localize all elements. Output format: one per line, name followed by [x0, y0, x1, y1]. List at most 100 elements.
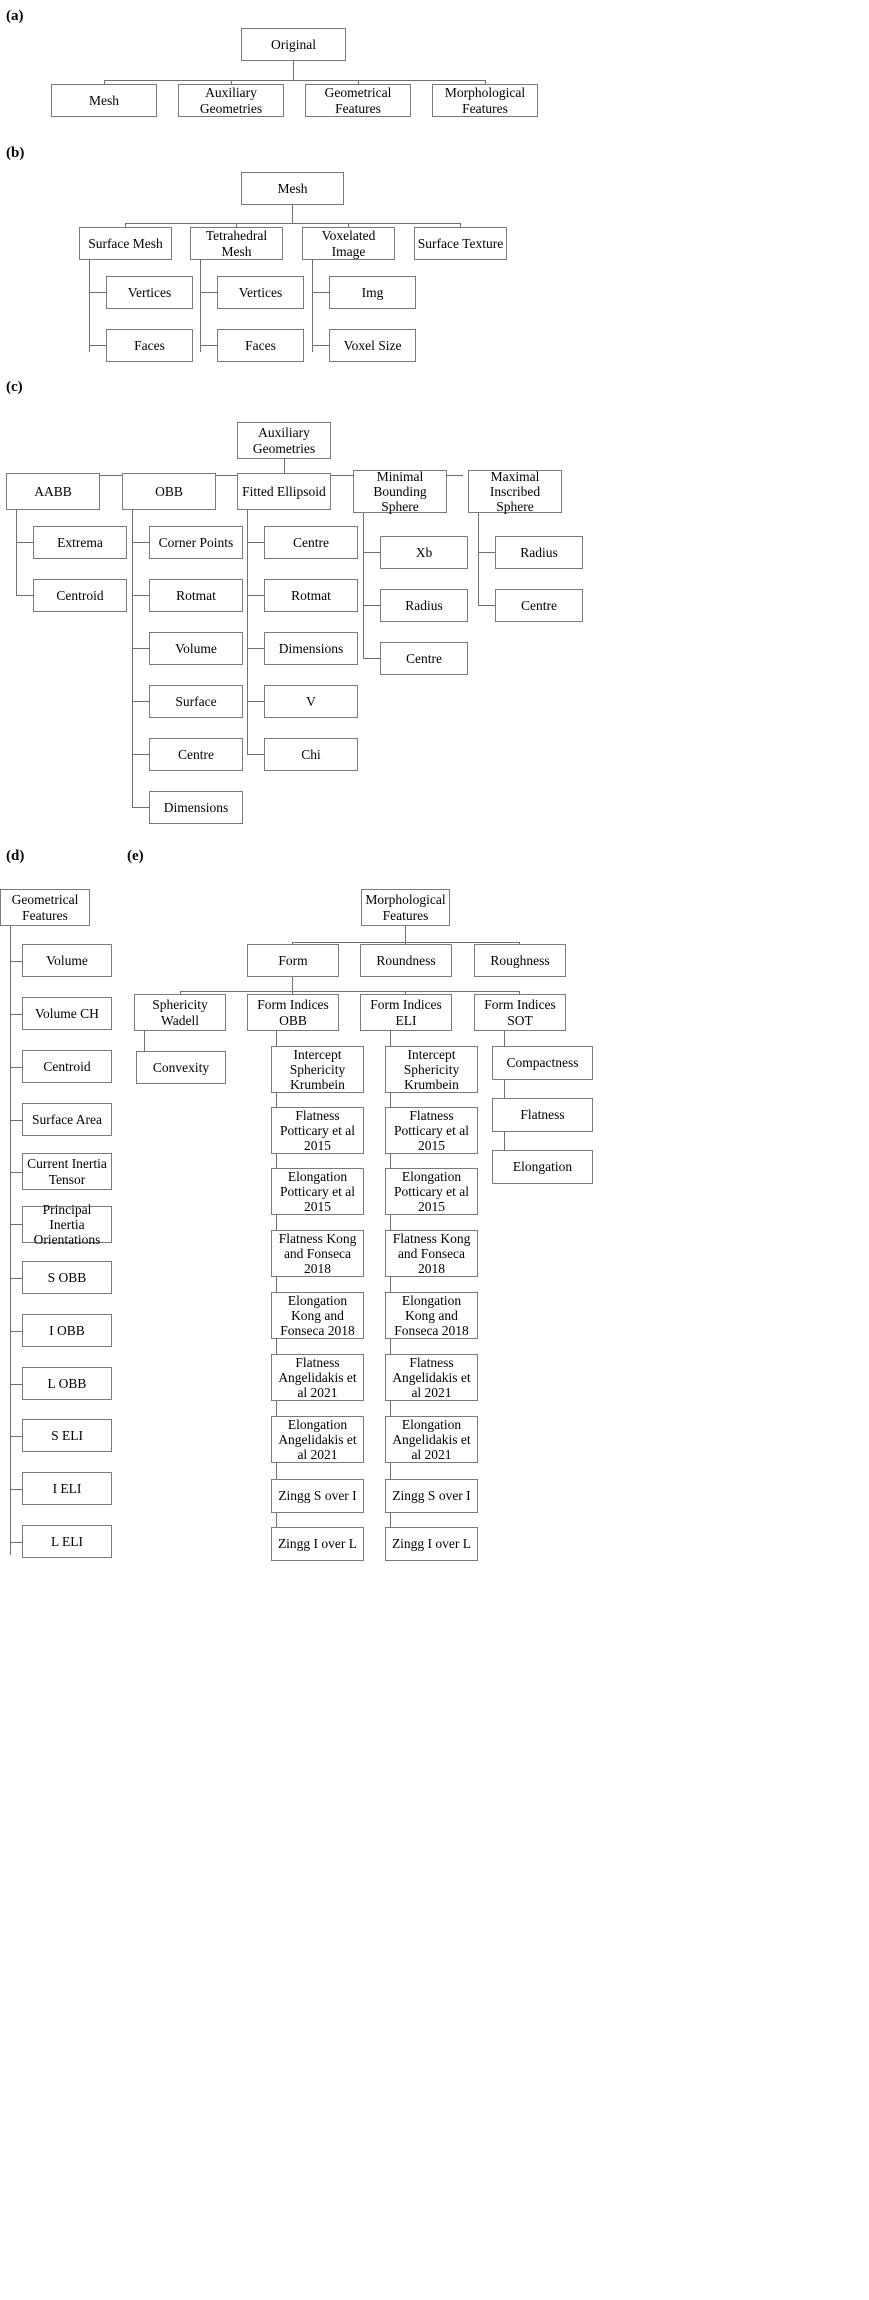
connector-b-bus	[125, 223, 460, 224]
connector-b-tm-arm-2	[200, 345, 217, 346]
connector-c-obb-arm-1	[132, 542, 149, 543]
connector-e-root-stem	[405, 926, 406, 942]
node-c-maximal-inscribed-sphere: Maximal Inscribed Sphere	[468, 469, 562, 514]
node-b-surface-texture: Surface Texture	[414, 227, 507, 260]
node-b-vi-img: Img	[329, 276, 416, 309]
node-b-sm-vertices: Vertices	[106, 276, 193, 309]
node-c-mbs-centre: Centre	[380, 642, 468, 675]
node-c-aabb: AABB	[6, 473, 100, 510]
node-c-obb-centre: Centre	[149, 738, 243, 771]
node-d-principal-inertia-orientations: Principal Inertia Orientations	[22, 1202, 112, 1247]
node-d-l-obb: L OBB	[22, 1367, 112, 1400]
node-b-mesh: Mesh	[241, 172, 344, 205]
node-c-eli-dimensions: Dimensions	[264, 632, 358, 665]
connector-c-mis-arm-2	[478, 605, 495, 606]
node-e-form-indices-sot: Form Indices SOT	[474, 994, 566, 1031]
panel-label-a: (a)	[6, 8, 24, 24]
connector-e-form-bus	[180, 991, 519, 992]
connector-c-eli-arm-5	[247, 754, 264, 755]
connector-c-eli-spine	[247, 510, 248, 755]
node-e-roundness: Roundness	[360, 944, 452, 977]
connector-c-mbs-arm-2	[363, 605, 380, 606]
node-d-i-eli: I ELI	[22, 1472, 112, 1505]
node-e-obb-flatness-angelidakis-2021: Flatness Angelidakis et al 2021	[271, 1354, 364, 1401]
node-e-eli-flatness-potticary-2015: Flatness Potticary et al 2015	[385, 1107, 478, 1154]
connector-b-tm-spine	[200, 260, 201, 352]
node-e-form-indices-obb: Form Indices OBB	[247, 994, 339, 1031]
node-e-eli-flatness-angelidakis-2021: Flatness Angelidakis et al 2021	[385, 1354, 478, 1401]
connector-b-vi-arm-2	[312, 345, 329, 346]
panel-label-c: (c)	[6, 379, 23, 395]
node-d-geometrical-features: Geometrical Features	[0, 889, 90, 926]
connector-c-mis-arm-1	[478, 552, 495, 553]
connector-d-arm-1	[10, 961, 22, 962]
node-e-obb-zingg-s-over-i: Zingg S over I	[271, 1479, 364, 1513]
connector-d-arm-6	[10, 1224, 22, 1225]
node-c-eli-rotmat: Rotmat	[264, 579, 358, 612]
node-d-volume-ch: Volume CH	[22, 997, 112, 1030]
connector-d-arm-4	[10, 1120, 22, 1121]
connector-c-aabb-arm-1	[16, 542, 33, 543]
node-e-eli-elongation-angelidakis-2021: Elongation Angelidakis et al 2021	[385, 1416, 478, 1463]
node-e-roughness: Roughness	[474, 944, 566, 977]
connector-c-aabb-spine	[16, 510, 17, 595]
node-c-aabb-extrema: Extrema	[33, 526, 127, 559]
node-e-form-indices-eli: Form Indices ELI	[360, 994, 452, 1031]
node-e-obb-zingg-i-over-l: Zingg I over L	[271, 1527, 364, 1561]
connector-b-root-stem	[292, 205, 293, 223]
node-e-obb-flatness-potticary-2015: Flatness Potticary et al 2015	[271, 1107, 364, 1154]
panel-label-d: (d)	[6, 848, 25, 864]
node-a-geometrical-features: Geometrical Features	[305, 84, 411, 117]
node-e-obb-elongation-potticary-2015: Elongation Potticary et al 2015	[271, 1168, 364, 1215]
node-d-surface-area: Surface Area	[22, 1103, 112, 1136]
connector-c-eli-arm-4	[247, 701, 264, 702]
connector-d-arm-9	[10, 1384, 22, 1385]
node-c-minimal-bounding-sphere: Minimal Bounding Sphere	[353, 469, 447, 514]
node-c-obb: OBB	[122, 473, 216, 510]
connector-d-arm-2	[10, 1014, 22, 1015]
node-b-tm-faces: Faces	[217, 329, 304, 362]
node-e-eli-elongation-potticary-2015: Elongation Potticary et al 2015	[385, 1168, 478, 1215]
connector-d-arm-10	[10, 1436, 22, 1437]
node-e-sot-flatness: Flatness	[492, 1098, 593, 1132]
connector-c-eli-arm-1	[247, 542, 264, 543]
connector-d-arm-8	[10, 1331, 22, 1332]
node-e-obb-intercept-sphericity-krumbein: Intercept Sphericity Krumbein	[271, 1046, 364, 1093]
node-c-obb-corner-points: Corner Points	[149, 526, 243, 559]
node-a-morphological-features: Morphological Features	[432, 84, 538, 117]
connector-b-sm-arm-1	[89, 292, 106, 293]
node-a-auxiliary-geometries: Auxiliary Geometries	[178, 84, 284, 117]
connector-c-obb-arm-2	[132, 595, 149, 596]
node-c-aabb-centroid: Centroid	[33, 579, 127, 612]
node-d-current-inertia-tensor: Current Inertia Tensor	[22, 1153, 112, 1190]
node-c-obb-volume: Volume	[149, 632, 243, 665]
node-e-sot-compactness: Compactness	[492, 1046, 593, 1080]
node-e-eli-zingg-i-over-l: Zingg I over L	[385, 1527, 478, 1561]
node-b-vi-voxel-size: Voxel Size	[329, 329, 416, 362]
node-c-obb-dimensions: Dimensions	[149, 791, 243, 824]
node-e-eli-flatness-kong-fonseca-2018: Flatness Kong and Fonseca 2018	[385, 1230, 478, 1277]
connector-d-arm-3	[10, 1067, 22, 1068]
node-c-mis-radius: Radius	[495, 536, 583, 569]
connector-a-bus	[104, 80, 485, 81]
connector-d-spine	[10, 926, 11, 1555]
connector-a-root-stem	[293, 61, 294, 80]
connector-b-sm-spine	[89, 260, 90, 352]
connector-c-eli-arm-2	[247, 595, 264, 596]
connector-b-vi-spine	[312, 260, 313, 352]
node-d-s-obb: S OBB	[22, 1261, 112, 1294]
panel-label-e: (e)	[127, 848, 144, 864]
connector-d-arm-7	[10, 1278, 22, 1279]
connector-c-obb-arm-5	[132, 754, 149, 755]
node-e-sot-elongation: Elongation	[492, 1150, 593, 1184]
connector-c-obb-arm-4	[132, 701, 149, 702]
connector-c-eli-arm-3	[247, 648, 264, 649]
node-c-obb-surface: Surface	[149, 685, 243, 718]
node-d-i-obb: I OBB	[22, 1314, 112, 1347]
node-a-original: Original	[241, 28, 346, 61]
connector-d-arm-5	[10, 1172, 22, 1173]
node-c-eli-centre: Centre	[264, 526, 358, 559]
node-e-obb-flatness-kong-fonseca-2018: Flatness Kong and Fonseca 2018	[271, 1230, 364, 1277]
node-b-tetrahedral-mesh: Tetrahedral Mesh	[190, 227, 283, 260]
node-c-obb-rotmat: Rotmat	[149, 579, 243, 612]
